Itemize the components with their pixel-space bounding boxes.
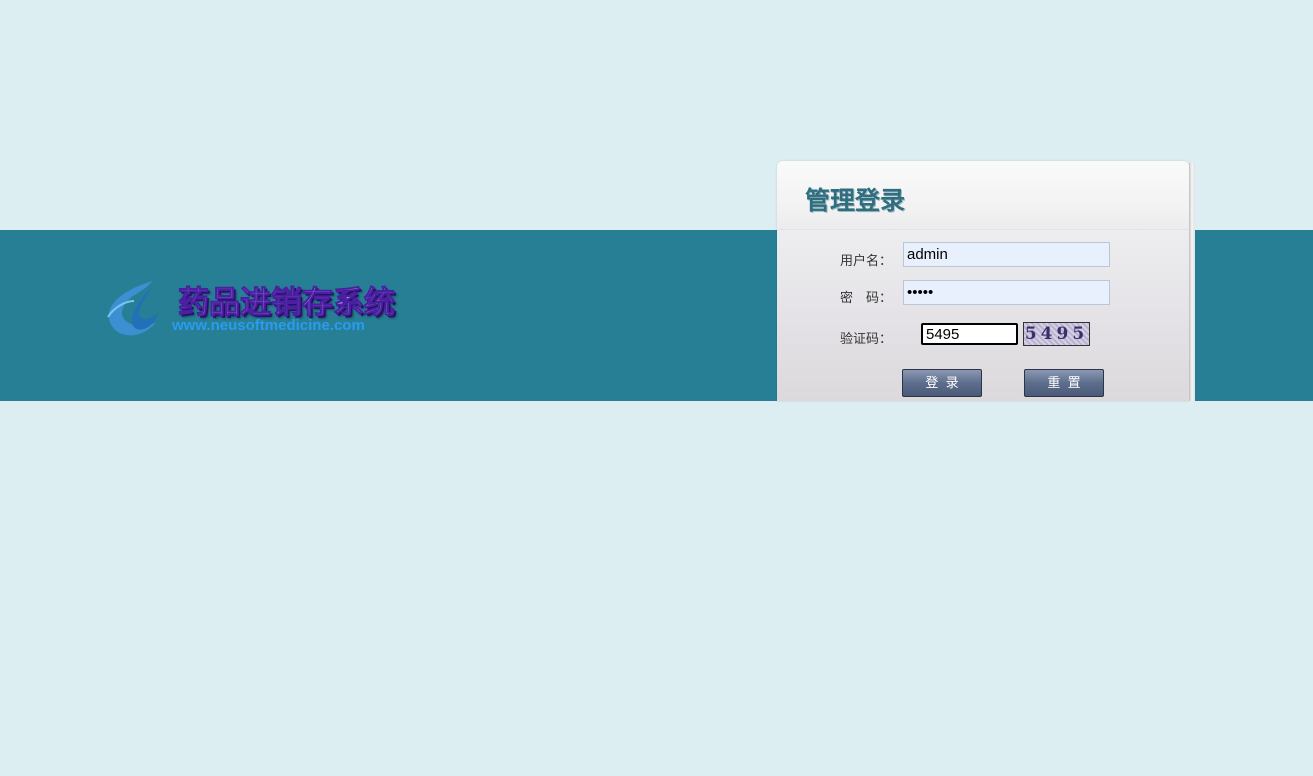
app-url: www.neusoftmedicine.com [172,317,365,334]
captcha-input[interactable] [921,323,1018,345]
captcha-image[interactable]: 5495 [1023,322,1090,346]
password-input[interactable] [903,280,1110,305]
password-label: 密 码： [840,290,893,305]
panel-edge [1189,163,1195,401]
login-title: 管理登录 [805,186,906,215]
login-panel: 管理登录 用户名： 密 码： 验证码： 5495 登 录 重 置 [777,161,1189,401]
login-button[interactable]: 登 录 [902,369,982,397]
butterfly-logo-icon [107,281,158,336]
captcha-label: 验证码： [840,331,893,346]
login-panel-header: 管理登录 [777,161,1189,230]
username-label: 用户名： [840,253,893,268]
username-input[interactable] [903,242,1110,267]
reset-button[interactable]: 重 置 [1024,369,1104,397]
app-title: 药品进销存系统 [178,285,396,322]
brand-logo: 药品进销存系统 www.neusoftmedicine.com [104,277,414,341]
